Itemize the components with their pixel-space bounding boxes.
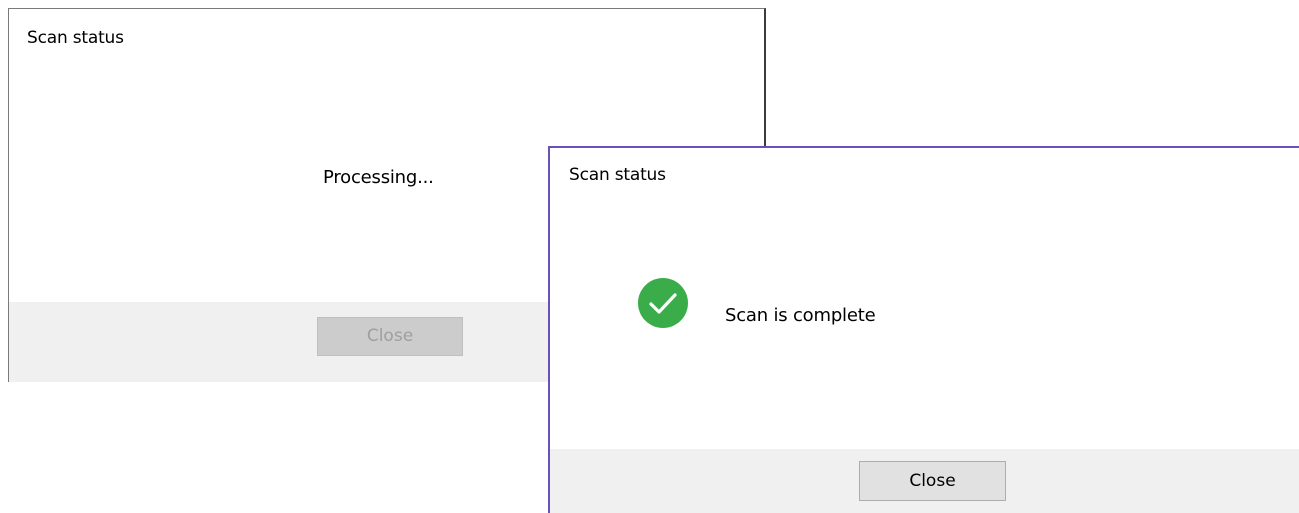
close-button-disabled: Close	[317, 317, 463, 356]
processing-message: Processing...	[323, 167, 434, 188]
checkmark-circle-icon	[638, 278, 688, 328]
dialog-footer: Close	[550, 449, 1299, 513]
scan-status-dialog-complete: Scan status Scan is complete Close	[548, 146, 1299, 513]
dialog-title: Scan status	[27, 28, 124, 48]
dialog-title: Scan status	[569, 165, 666, 185]
close-button[interactable]: Close	[859, 461, 1006, 501]
completion-message: Scan is complete	[725, 305, 876, 326]
